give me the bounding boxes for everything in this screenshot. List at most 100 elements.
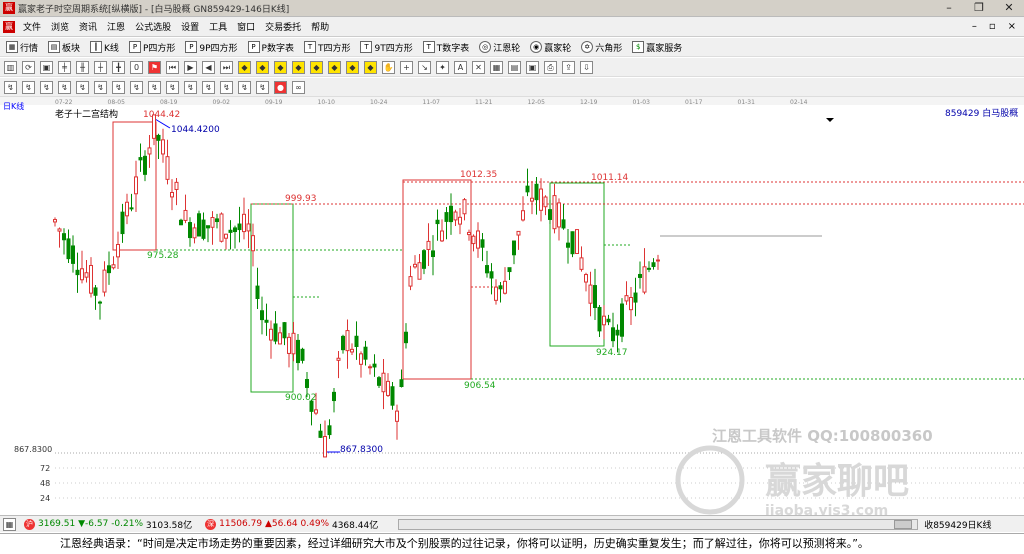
toolbar-gann-wheel[interactable]: ◎ 江恩轮: [479, 41, 520, 54]
last-icon[interactable]: ⏭: [220, 60, 233, 74]
diamond-4-icon[interactable]: ◆: [292, 60, 305, 74]
next-icon[interactable]: ▶: [184, 60, 197, 74]
candle-alt-icon[interactable]: ╫: [76, 60, 89, 74]
menu-info[interactable]: 资讯: [74, 20, 102, 33]
table-icon[interactable]: ▦: [490, 60, 503, 74]
text-icon[interactable]: A: [454, 60, 467, 74]
cycle-14-icon[interactable]: ↯: [238, 80, 251, 94]
child-restore-button[interactable]: ▫: [983, 21, 1002, 32]
diamond-7-icon[interactable]: ◆: [346, 60, 359, 74]
toolbar-9p-square[interactable]: P 9P四方形: [185, 41, 238, 54]
menu-trade[interactable]: 交易委托: [260, 20, 306, 33]
toolbar-kline[interactable]: ┃ K线: [90, 41, 119, 54]
infinity-icon[interactable]: ∞: [292, 80, 305, 94]
dropdown-arrow-icon[interactable]: [826, 118, 834, 122]
line-icon[interactable]: ╋: [112, 60, 125, 74]
cycle-12-icon[interactable]: ↯: [202, 80, 215, 94]
delete-icon[interactable]: ✕: [472, 60, 485, 74]
candle-icon[interactable]: ╪: [58, 60, 71, 74]
child-minimize-button[interactable]: –: [966, 21, 983, 32]
cycle-13-icon[interactable]: ↯: [220, 80, 233, 94]
toolbar-p-square[interactable]: P P四方形: [128, 41, 175, 54]
trend-icon[interactable]: ↘: [418, 60, 431, 74]
hand-icon[interactable]: ✋: [382, 60, 395, 74]
horizontal-scrollbar[interactable]: [398, 518, 919, 530]
child-close-button[interactable]: ×: [1002, 21, 1022, 32]
toolbar-t-number-table[interactable]: T T数字表: [422, 41, 469, 54]
gann-fan-icon[interactable]: ✦: [436, 60, 449, 74]
toolbar-market[interactable]: ▦ 行情: [6, 41, 38, 54]
menu-file[interactable]: 文件: [18, 20, 46, 33]
maximize-button[interactable]: ❐: [964, 0, 994, 17]
app-icon: 赢: [3, 2, 15, 14]
cycle-10-icon[interactable]: ↯: [166, 80, 179, 94]
diamond-3-icon[interactable]: ◆: [274, 60, 287, 74]
toolbar-winner-wheel[interactable]: ◉ 赢家轮: [530, 41, 571, 54]
candle-body: [71, 245, 75, 264]
cycle-4-icon[interactable]: ↯: [58, 80, 71, 94]
cycle-7-icon[interactable]: ↯: [112, 80, 125, 94]
toolbar-t-square[interactable]: T T四方形: [303, 41, 350, 54]
cycle-1-icon[interactable]: ↯: [4, 80, 17, 94]
menu-window[interactable]: 窗口: [232, 20, 260, 33]
first-icon[interactable]: ⏮: [166, 60, 179, 74]
save-icon[interactable]: ▣: [526, 60, 539, 74]
diamond-1-icon[interactable]: ◆: [238, 60, 251, 74]
toolbar-p-number-table[interactable]: P P数字表: [247, 41, 294, 54]
prev-icon[interactable]: ◀: [202, 60, 215, 74]
candle-body: [467, 231, 471, 236]
candle-body: [624, 295, 629, 302]
period-icon[interactable]: 0: [130, 60, 143, 74]
diamond-6-icon[interactable]: ◆: [328, 60, 341, 74]
crosshair-icon[interactable]: +: [400, 60, 413, 74]
toolbar-hexagon[interactable]: ✡ 六角形: [581, 41, 622, 54]
cycle-9-icon[interactable]: ↯: [148, 80, 161, 94]
close-button[interactable]: ✕: [994, 0, 1024, 17]
menu-browse[interactable]: 浏览: [46, 20, 74, 33]
chart-type-icon[interactable]: ▣: [40, 60, 53, 74]
export-icon[interactable]: ⇪: [562, 60, 575, 74]
menu-app-icon: 赢: [3, 20, 15, 33]
toolbar-sector[interactable]: ▤ 板块: [48, 41, 80, 54]
candle-body: [390, 386, 395, 406]
menu-tools[interactable]: 工具: [204, 20, 232, 33]
cycle-5-icon[interactable]: ↯: [76, 80, 89, 94]
menu-help[interactable]: 帮助: [306, 20, 334, 33]
flag-icon[interactable]: ⚑: [148, 60, 161, 74]
candle-body: [570, 231, 575, 255]
toolbar-9t-square[interactable]: T 9T四方形: [360, 41, 413, 54]
color-icon[interactable]: ●: [274, 80, 287, 94]
menu-formula[interactable]: 公式选股: [130, 20, 176, 33]
diamond-5-icon[interactable]: ◆: [310, 60, 323, 74]
candle-body: [615, 329, 620, 336]
print-icon[interactable]: ⎙: [544, 60, 557, 74]
diamond-2-icon[interactable]: ◆: [256, 60, 269, 74]
cycle-15-icon[interactable]: ↯: [256, 80, 269, 94]
sync-icon[interactable]: ⟳: [22, 60, 35, 74]
candle-body: [174, 181, 179, 190]
sz-index[interactable]: 深 11506.79 ▲56.64 0.49% 4368.44亿: [202, 518, 378, 531]
label-box3-high: 1012.35: [460, 170, 497, 180]
cycle-11-icon[interactable]: ↯: [184, 80, 197, 94]
cycle-6-icon[interactable]: ↯: [94, 80, 107, 94]
kline-chart[interactable]: 07-22 08-05 08-19 09-02 09-19 10-10 10-24 11-07…: [0, 97, 1024, 519]
cycle-8-icon[interactable]: ↯: [130, 80, 143, 94]
status-table-icon[interactable]: ▦: [3, 517, 16, 531]
layout-icon[interactable]: ▥: [4, 60, 17, 74]
scrollbar-thumb[interactable]: [894, 519, 913, 529]
cycle-2-icon[interactable]: ↯: [22, 80, 35, 94]
minimize-button[interactable]: –: [934, 0, 964, 17]
sz-value: 11506.79: [219, 519, 263, 529]
menu-gann[interactable]: 江恩: [102, 20, 130, 33]
import-icon[interactable]: ⇩: [580, 60, 593, 74]
candle-body: [449, 205, 453, 223]
gann-wheel-icon: ◎: [479, 41, 492, 53]
toolbar-winner-service[interactable]: $ 赢家服务: [632, 41, 682, 54]
diamond-8-icon[interactable]: ◆: [364, 60, 377, 74]
sh-index[interactable]: 沪 3169.51 ▼-6.57 -0.21% 3103.58亿: [21, 518, 192, 531]
menu-settings[interactable]: 设置: [176, 20, 204, 33]
bar-icon[interactable]: ┼: [94, 60, 107, 74]
cycle-3-icon[interactable]: ↯: [40, 80, 53, 94]
candle-body: [228, 229, 233, 233]
calc-icon[interactable]: ▤: [508, 60, 521, 74]
